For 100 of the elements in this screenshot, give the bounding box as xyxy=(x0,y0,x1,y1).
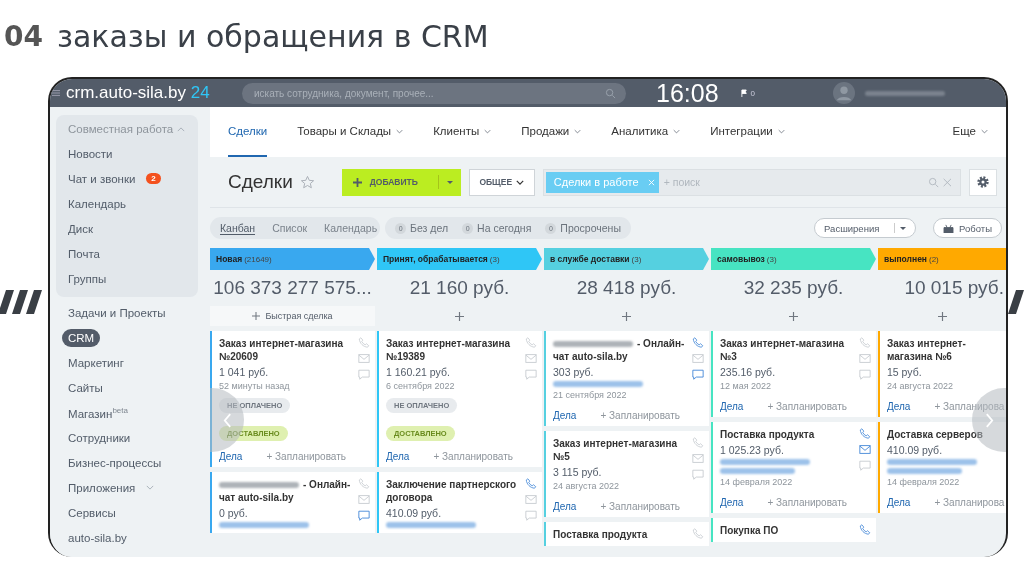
tasks-link[interactable]: Дела xyxy=(553,410,577,421)
phone-icon[interactable] xyxy=(525,478,537,489)
chat-icon[interactable] xyxy=(692,469,704,480)
phone-icon[interactable] xyxy=(358,337,370,348)
chat-icon[interactable] xyxy=(859,460,871,471)
sidebar-item[interactable]: Диск xyxy=(62,219,99,238)
counter-filter[interactable]: На сегодня xyxy=(477,222,532,234)
deal-title[interactable]: Заказ интернет-магазина №20609 xyxy=(219,337,356,363)
avatar-icon[interactable] xyxy=(833,82,855,104)
phone-icon[interactable] xyxy=(358,478,370,489)
deal-title[interactable]: Покупка ПО xyxy=(720,524,779,537)
sidebar-item[interactable]: CRM xyxy=(62,328,101,347)
chat-icon[interactable] xyxy=(692,369,704,380)
tasks-link[interactable]: Дела xyxy=(887,401,911,412)
nav-tab[interactable]: Товары и Склады xyxy=(297,107,404,157)
mail-icon[interactable] xyxy=(358,494,370,505)
nav-tab[interactable]: Интеграции xyxy=(710,107,785,157)
deal-title[interactable]: - Онлайн-чат auto-sila.by xyxy=(553,337,690,363)
nav-tab[interactable]: Продажи xyxy=(521,107,582,157)
stage-header[interactable]: в службе доставки (3) xyxy=(544,248,709,270)
counter-filter[interactable]: Без дел xyxy=(410,222,449,234)
sidebar-item[interactable]: Магазин$^{beta}$ xyxy=(62,402,134,423)
nav-tab[interactable]: Аналитика xyxy=(611,107,681,157)
tasks-link[interactable]: Дела xyxy=(553,501,577,512)
tasks-link[interactable]: Дела xyxy=(219,451,243,462)
deal-title[interactable]: Доставка серверов xyxy=(887,428,983,441)
filter-button[interactable]: ОБЩЕЕ xyxy=(468,168,535,196)
chat-icon[interactable] xyxy=(859,369,871,380)
deal-title[interactable]: Заказ интернет-магазина №19389 xyxy=(386,337,523,363)
deal-card[interactable]: Доставка серверов 410.09 руб. 14 февраля 2022 Дела + Запланирова xyxy=(878,422,1006,513)
counter-filter[interactable]: Просрочены xyxy=(560,222,621,234)
deal-title[interactable]: Заключение партнерского договора xyxy=(386,478,523,504)
sidebar-item[interactable]: Чат и звонки xyxy=(62,169,142,188)
phone-icon[interactable] xyxy=(692,437,704,448)
nav-tab[interactable]: Сделки xyxy=(228,107,268,157)
deal-card[interactable]: Покупка ПО xyxy=(711,518,876,542)
tasks-link[interactable]: Дела xyxy=(720,401,744,412)
add-button[interactable]: ДОБАВИТЬ xyxy=(341,168,461,196)
deal-card[interactable]: - Онлайн-чат auto-sila.by 0 руб. xyxy=(210,472,375,533)
extensions-button[interactable]: Расширения xyxy=(814,218,917,238)
deal-title[interactable]: Поставка продукта xyxy=(553,528,648,541)
deal-card[interactable]: Поставка продукта 1 025.23 руб. 14 февраля 2022 Дела + Запланировать xyxy=(711,422,876,513)
view-tab[interactable]: Календарь xyxy=(324,222,378,234)
sidebar-item[interactable]: Бизнес-процессы xyxy=(62,453,168,472)
logo[interactable]: crm.auto-sila.by 24 xyxy=(66,83,242,103)
stage-header[interactable]: самовывоз (3) xyxy=(711,248,876,270)
sidebar-item[interactable]: Сервисы xyxy=(62,503,122,522)
flag-icon[interactable] xyxy=(740,88,748,98)
chat-icon[interactable] xyxy=(358,369,370,380)
settings-button[interactable] xyxy=(968,168,997,196)
phone-icon[interactable] xyxy=(525,337,537,348)
phone-icon[interactable] xyxy=(692,337,704,348)
phone-icon[interactable] xyxy=(859,428,871,439)
nav-tab[interactable]: Клиенты xyxy=(433,107,492,157)
mail-icon[interactable] xyxy=(692,453,704,464)
deal-card[interactable]: - Онлайн-чат auto-sila.by 303 руб. 21 сентября 2022 Дела + Запланировать xyxy=(544,331,709,426)
search-field[interactable]: искать сотрудника, документ, прочее... xyxy=(242,82,626,104)
deal-card[interactable]: Заказ интернет-магазина №3 235.16 руб. 12 мая 2022 Дела + Запланировать xyxy=(711,331,876,417)
chat-icon[interactable] xyxy=(525,369,537,380)
deal-title[interactable]: - Онлайн-чат auto-sila.by xyxy=(219,478,356,504)
tasks-link[interactable]: Дела xyxy=(386,451,410,462)
mail-icon[interactable] xyxy=(358,353,370,364)
sidebar-item[interactable]: Календарь xyxy=(62,194,133,213)
deal-card[interactable]: Заказ интернет-магазина №5 3 115 руб. 24 августа 2022 Дела + Запланировать xyxy=(544,431,709,517)
deal-card[interactable]: Заключение партнерского договора 410.09 руб. xyxy=(377,472,542,533)
nav-tab[interactable]: Еще xyxy=(952,107,988,157)
deal-title[interactable]: Заказ интернет-магазина №6 xyxy=(887,337,1001,363)
sidebar-item[interactable]: Сайты xyxy=(62,378,109,397)
sidebar-item[interactable]: auto-sila.by xyxy=(62,528,133,547)
sidebar-item[interactable]: Почта xyxy=(62,244,106,263)
phone-icon[interactable] xyxy=(859,337,871,348)
mail-icon[interactable] xyxy=(859,353,871,364)
deal-title[interactable]: Поставка продукта xyxy=(720,428,815,441)
phone-icon[interactable] xyxy=(859,524,871,535)
stage-header[interactable]: Новая (21649) xyxy=(210,248,375,270)
deal-card[interactable]: Поставка продукта xyxy=(544,522,709,546)
sidebar-item[interactable]: Сотрудники xyxy=(62,428,137,447)
view-tab[interactable]: Список xyxy=(272,222,308,234)
close-icon[interactable] xyxy=(647,178,655,186)
chat-icon[interactable] xyxy=(525,510,537,521)
sidebar-item[interactable]: Группы xyxy=(62,269,113,288)
mail-icon[interactable] xyxy=(525,494,537,505)
stage-header[interactable]: Принят, обрабатывается (3) xyxy=(377,248,542,270)
sidebar-item[interactable]: Новости xyxy=(62,144,119,163)
robots-button[interactable]: Роботы xyxy=(933,218,1002,238)
deal-title[interactable]: Заказ интернет-магазина №3 xyxy=(720,337,857,363)
tasks-link[interactable]: Дела xyxy=(720,497,744,508)
star-icon[interactable] xyxy=(299,174,315,190)
phone-icon[interactable] xyxy=(692,528,704,539)
mail-icon[interactable] xyxy=(859,444,871,455)
deal-title[interactable]: Заказ интернет-магазина №5 xyxy=(553,437,690,463)
sidebar-item[interactable]: Маркетинг xyxy=(62,353,130,372)
mail-icon[interactable] xyxy=(525,353,537,364)
sidebar-item[interactable]: Приложения xyxy=(62,478,142,497)
stage-header[interactable]: выполнен (2) xyxy=(878,248,1006,270)
chat-icon[interactable] xyxy=(358,510,370,521)
tasks-link[interactable]: Дела xyxy=(887,497,911,508)
quick-deal-button[interactable]: Быстрая сделка xyxy=(210,306,375,326)
view-tab[interactable]: Канбан xyxy=(220,221,256,235)
menu-icon[interactable] xyxy=(52,88,60,98)
